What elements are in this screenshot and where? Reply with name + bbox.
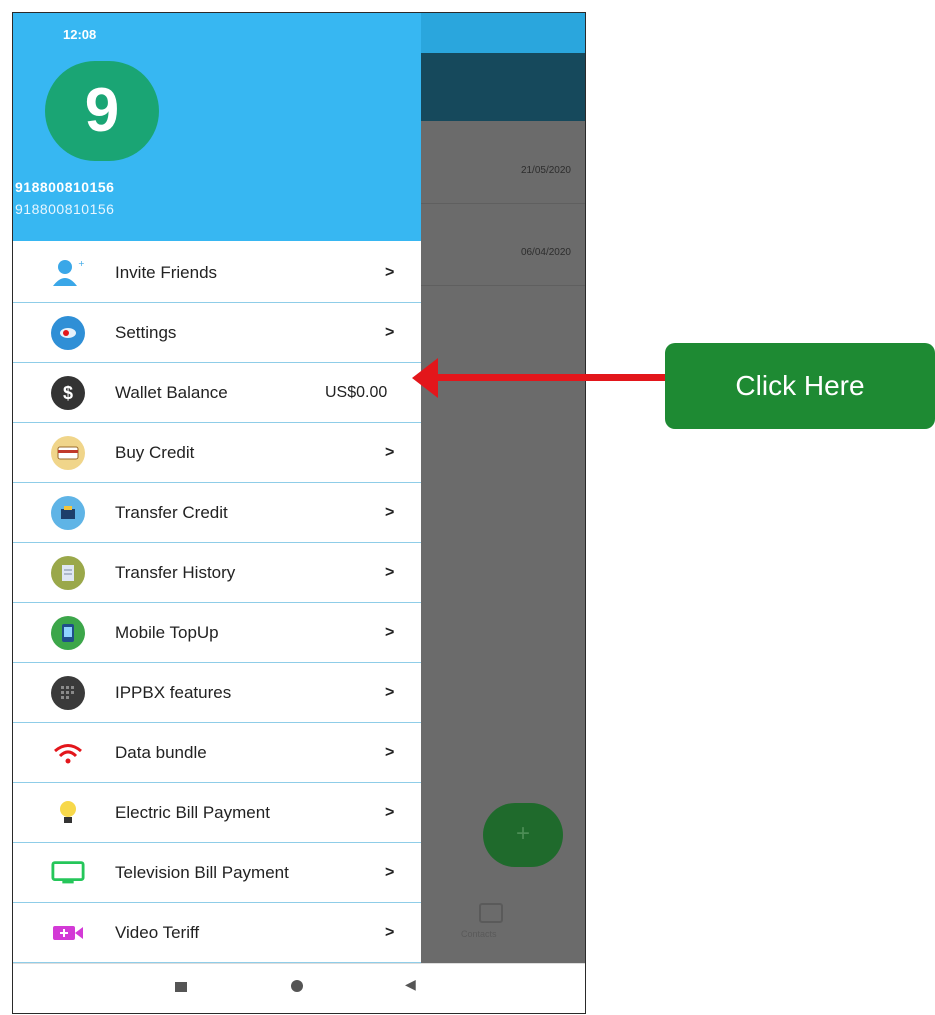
chevron-right-icon: > xyxy=(385,863,395,881)
avatar[interactable]: 9 xyxy=(45,61,159,161)
menu-label: Invite Friends xyxy=(115,262,218,282)
dollar-icon: $ xyxy=(51,376,85,410)
menu-label: Electric Bill Payment xyxy=(115,802,270,822)
chevron-right-icon: > xyxy=(385,263,395,281)
chevron-right-icon: > xyxy=(385,503,395,521)
background-date: 21/05/2020 xyxy=(520,165,571,176)
menu-label: Data bundle xyxy=(115,742,207,762)
background-date: 06/04/2020 xyxy=(520,247,571,258)
home-button[interactable] xyxy=(291,980,303,992)
status-time: 12:08 xyxy=(63,27,97,42)
profile-number: 918800810156 xyxy=(15,201,115,217)
click-here-callout: Click Here xyxy=(665,343,935,429)
chevron-right-icon: > xyxy=(385,323,395,341)
chevron-right-icon: > xyxy=(385,563,395,581)
menu-label: Settings xyxy=(115,322,177,342)
menu-item-wallet-balance[interactable]: $ Wallet Balance US$0.00 xyxy=(13,363,421,423)
back-button[interactable]: ◀ xyxy=(405,976,416,993)
menu-label: Mobile TopUp xyxy=(115,622,219,642)
arrow-line xyxy=(432,374,666,381)
menu-item-electric-bill-payment[interactable]: Electric Bill Payment > xyxy=(13,783,421,843)
drawer-menu: + Invite Friends > Settings > $ Wallet B… xyxy=(13,243,421,963)
tv-icon xyxy=(51,856,85,890)
navigation-drawer: 12:08 9 918800810156 918800810156 + Invi… xyxy=(13,13,421,963)
background-list-item[interactable]: 21/05/2020 xyxy=(421,121,585,204)
chevron-right-icon: > xyxy=(385,803,395,821)
background-app: 21/05/2020 06/04/2020 + Contacts xyxy=(421,13,585,963)
profile-name: 918800810156 xyxy=(15,179,115,195)
menu-label: Transfer Credit xyxy=(115,502,228,522)
transfer-icon xyxy=(51,496,85,530)
chevron-right-icon: > xyxy=(385,923,395,941)
menu-item-settings[interactable]: Settings > xyxy=(13,303,421,363)
credit-card-icon xyxy=(51,436,85,470)
chevron-right-icon: > xyxy=(385,743,395,761)
menu-label: Video Teriff xyxy=(115,922,200,942)
menu-label: Transfer History xyxy=(115,562,236,582)
menu-item-transfer-credit[interactable]: Transfer Credit > xyxy=(13,483,421,543)
settings-icon xyxy=(51,316,85,350)
chevron-right-icon: > xyxy=(385,623,395,641)
ippbx-icon xyxy=(51,676,85,710)
chevron-right-icon: > xyxy=(385,443,395,461)
chevron-right-icon: > xyxy=(385,683,395,701)
background-app-bar xyxy=(421,53,585,121)
recent-apps-button[interactable] xyxy=(175,982,187,992)
bulb-icon xyxy=(51,796,85,830)
wallet-balance-value: US$0.00 xyxy=(325,383,388,401)
wifi-icon xyxy=(51,736,85,770)
phone-frame: 21/05/2020 06/04/2020 + Contacts 12:08 9… xyxy=(12,12,586,1014)
drawer-header: 12:08 9 918800810156 918800810156 xyxy=(13,13,421,241)
video-icon xyxy=(51,916,85,950)
system-nav-bar: ◀ xyxy=(13,963,585,1013)
menu-item-buy-credit[interactable]: Buy Credit > xyxy=(13,423,421,483)
menu-item-invite-friends[interactable]: + Invite Friends > xyxy=(13,243,421,303)
background-list-item[interactable]: 06/04/2020 xyxy=(421,203,585,286)
background-status-bar xyxy=(421,13,585,53)
menu-label: Buy Credit xyxy=(115,442,195,462)
menu-item-television-bill-payment[interactable]: Television Bill Payment > xyxy=(13,843,421,903)
mobile-icon xyxy=(51,616,85,650)
contacts-icon[interactable] xyxy=(479,903,503,923)
svg-text:+: + xyxy=(78,259,85,268)
add-person-icon: + xyxy=(51,256,85,290)
menu-item-video-teriff[interactable]: Video Teriff > xyxy=(13,903,421,963)
history-icon xyxy=(51,556,85,590)
menu-label: Wallet Balance xyxy=(115,382,228,402)
menu-label: IPPBX features xyxy=(115,682,232,702)
menu-item-data-bundle[interactable]: Data bundle > xyxy=(13,723,421,783)
menu-item-ippbx-features[interactable]: IPPBX features > xyxy=(13,663,421,723)
menu-label: Television Bill Payment xyxy=(115,862,289,882)
menu-item-transfer-history[interactable]: Transfer History > xyxy=(13,543,421,603)
menu-item-mobile-topup[interactable]: Mobile TopUp > xyxy=(13,603,421,663)
add-fab-button[interactable]: + xyxy=(483,803,563,867)
contacts-tab-label[interactable]: Contacts xyxy=(461,929,497,939)
